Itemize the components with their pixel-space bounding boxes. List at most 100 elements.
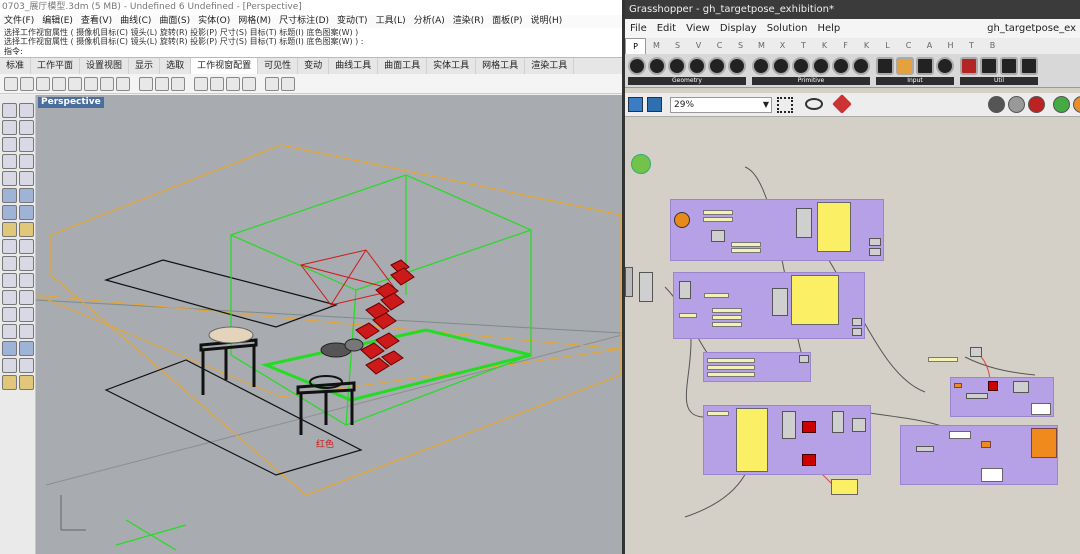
point-param-icon[interactable] xyxy=(628,57,646,75)
gh-panel[interactable] xyxy=(831,479,858,495)
gh-canvas[interactable] xyxy=(625,117,1080,554)
gh-panel[interactable] xyxy=(981,468,1003,482)
gh-tab[interactable]: C xyxy=(709,38,730,54)
circle-param-icon[interactable] xyxy=(668,57,686,75)
arrow-outline-icon[interactable] xyxy=(1020,57,1038,75)
gh-menu-help[interactable]: Help xyxy=(812,19,845,38)
number-slider[interactable] xyxy=(707,411,729,416)
explode-icon[interactable] xyxy=(2,307,17,322)
gh-component[interactable] xyxy=(966,393,988,399)
split-icon[interactable] xyxy=(2,290,17,305)
tab-transform[interactable]: 变动 xyxy=(298,58,330,74)
menu-surface[interactable]: 曲面(S) xyxy=(155,15,194,28)
rotate-icon[interactable] xyxy=(19,239,34,254)
gh-tab[interactable]: S xyxy=(667,38,688,54)
circle-icon[interactable] xyxy=(2,137,17,152)
print-icon[interactable] xyxy=(265,76,279,91)
gh-menu-file[interactable]: File xyxy=(625,19,652,38)
menu-help[interactable]: 说明(H) xyxy=(527,15,567,28)
gh-group[interactable] xyxy=(703,405,871,475)
tab-curve-tools[interactable]: 曲线工具 xyxy=(329,58,379,74)
zoom-dropdown[interactable]: 29% ▼ xyxy=(670,97,772,113)
gh-component[interactable] xyxy=(852,328,862,336)
menu-curve[interactable]: 曲线(C) xyxy=(116,15,155,28)
menu-view[interactable]: 查看(V) xyxy=(77,15,116,28)
split-vertical-icon[interactable] xyxy=(68,76,82,91)
preview-shaded-icon[interactable] xyxy=(1008,96,1025,113)
preview-eye-icon[interactable] xyxy=(805,98,823,110)
preview-options-icon[interactable] xyxy=(1073,96,1080,113)
menu-analyze[interactable]: 分析(A) xyxy=(410,15,449,28)
curve-param-icon[interactable] xyxy=(688,57,706,75)
zoom-extents-icon[interactable] xyxy=(777,97,793,113)
gh-tab[interactable]: V xyxy=(688,38,709,54)
gh-panel[interactable] xyxy=(791,275,839,325)
gh-component[interactable] xyxy=(916,446,934,452)
preview-mesh-icon[interactable] xyxy=(1053,96,1070,113)
target-icon[interactable] xyxy=(171,76,185,91)
tab-mesh-tools[interactable]: 网格工具 xyxy=(476,58,526,74)
gh-tab[interactable]: H xyxy=(940,38,961,54)
box-icon[interactable] xyxy=(2,205,17,220)
domain-param-icon[interactable] xyxy=(832,57,850,75)
image-icon[interactable] xyxy=(980,57,998,75)
gh-component[interactable] xyxy=(679,281,691,299)
gh-tab[interactable]: M xyxy=(646,38,667,54)
tab-display[interactable]: 显示 xyxy=(129,58,161,74)
command-prompt[interactable]: 指令: xyxy=(0,46,622,58)
tab-select[interactable]: 选取 xyxy=(160,58,192,74)
menu-file[interactable]: 文件(F) xyxy=(0,15,38,28)
menu-render[interactable]: 渲染(R) xyxy=(449,15,488,28)
capture-icon[interactable] xyxy=(281,76,295,91)
gradient-icon[interactable] xyxy=(896,57,914,75)
array-icon[interactable] xyxy=(2,273,17,288)
gh-tab[interactable]: C xyxy=(898,38,919,54)
gh-error-component[interactable] xyxy=(988,381,998,391)
group-icon[interactable] xyxy=(19,307,34,322)
sphere-icon[interactable] xyxy=(19,205,34,220)
slider-icon[interactable] xyxy=(876,57,894,75)
scale-icon[interactable] xyxy=(2,256,17,271)
menu-solid[interactable]: 实体(O) xyxy=(194,15,234,28)
number-slider[interactable] xyxy=(703,217,733,222)
gh-param[interactable] xyxy=(981,441,991,448)
polygon-icon[interactable] xyxy=(19,154,34,169)
boolean-param-icon[interactable] xyxy=(752,57,770,75)
render-icon[interactable] xyxy=(2,341,17,356)
gh-component[interactable] xyxy=(711,230,725,242)
text-param-icon[interactable] xyxy=(812,57,830,75)
gh-component[interactable] xyxy=(970,347,982,357)
arc-icon[interactable] xyxy=(19,137,34,152)
rectangle-icon[interactable] xyxy=(2,154,17,169)
menu-tools[interactable]: 工具(L) xyxy=(372,15,410,28)
curve-icon[interactable] xyxy=(19,120,34,135)
gh-param[interactable] xyxy=(954,383,962,388)
gh-group[interactable] xyxy=(900,425,1058,485)
trim-icon[interactable] xyxy=(19,273,34,288)
named-view-icon[interactable] xyxy=(194,76,208,91)
single-viewport-icon[interactable] xyxy=(4,76,18,91)
gh-component[interactable] xyxy=(796,208,812,238)
menu-panels[interactable]: 面板(P) xyxy=(488,15,526,28)
tab-cplanes[interactable]: 工作平面 xyxy=(31,58,81,74)
cherry-icon[interactable] xyxy=(960,57,978,75)
gh-component[interactable] xyxy=(639,272,653,302)
view-properties-icon[interactable] xyxy=(210,76,224,91)
number-slider[interactable] xyxy=(707,365,755,370)
tab-set-view[interactable]: 设置视图 xyxy=(80,58,130,74)
number-slider[interactable] xyxy=(712,308,742,313)
number-slider[interactable] xyxy=(712,315,742,320)
gh-tab[interactable]: X xyxy=(772,38,793,54)
join-icon[interactable] xyxy=(19,290,34,305)
gh-panel[interactable] xyxy=(1031,403,1051,415)
mesh-param-icon[interactable] xyxy=(728,57,746,75)
gh-panel-orange[interactable] xyxy=(1031,428,1057,458)
menu-mesh[interactable]: 网格(M) xyxy=(234,15,275,28)
gh-error-component[interactable] xyxy=(802,421,816,433)
point-icon[interactable] xyxy=(19,103,34,118)
number-slider[interactable] xyxy=(731,248,761,253)
polyline-icon[interactable] xyxy=(2,120,17,135)
gh-tab-params[interactable]: P xyxy=(625,38,646,54)
fillet-curve-icon[interactable] xyxy=(2,171,17,186)
move-icon[interactable] xyxy=(2,239,17,254)
